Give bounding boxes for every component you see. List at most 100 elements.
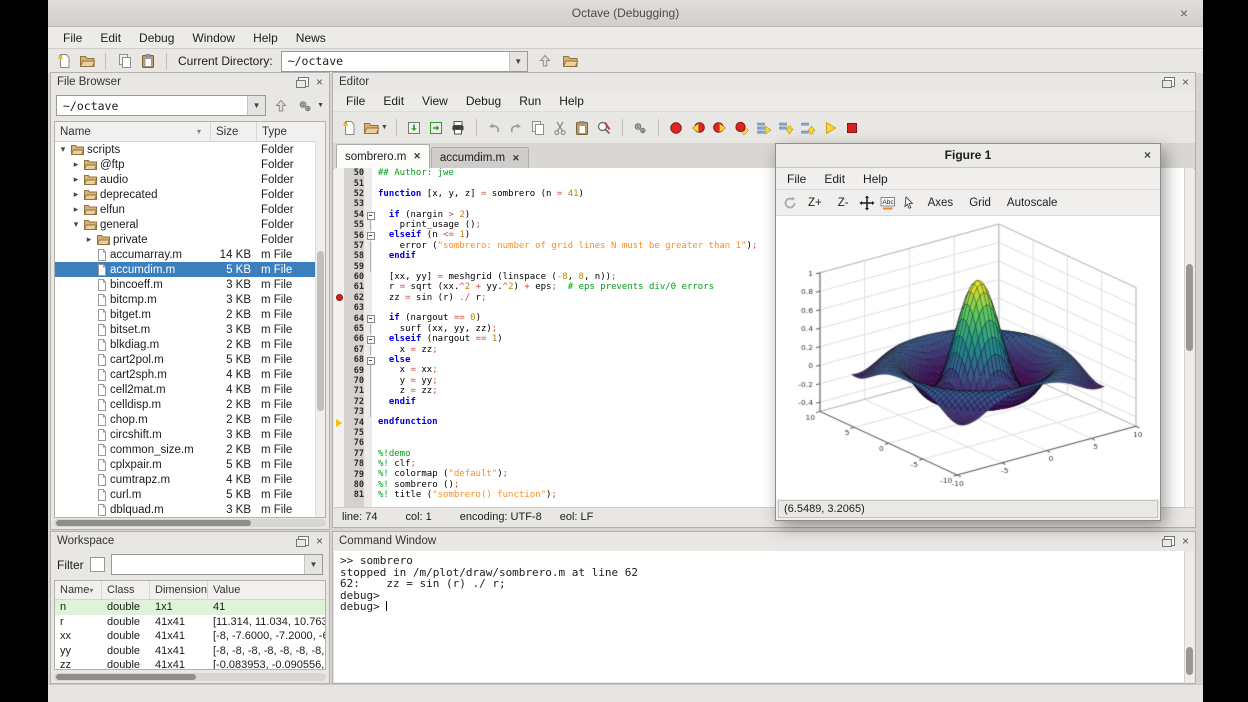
figure-tool-z[interactable]: Z- — [831, 197, 856, 209]
open-folder-icon[interactable] — [561, 52, 580, 70]
menu-item-news[interactable]: News — [287, 31, 335, 45]
file-row-blkdiag-m[interactable]: blkdiag.m2 KBm File — [55, 337, 325, 352]
menu-item-debug[interactable]: Debug — [130, 31, 183, 45]
paste-icon[interactable] — [573, 119, 592, 137]
up-dir-icon[interactable] — [536, 52, 555, 70]
file-row-bincoeff-m[interactable]: bincoeff.m3 KBm File — [55, 277, 325, 292]
close-icon[interactable]: × — [316, 77, 323, 87]
breakpoint-margin[interactable] — [334, 294, 344, 301]
editor-tab-sombrero-m[interactable]: sombrero.m✕ — [336, 144, 430, 168]
editor-tab-accumdim-m[interactable]: accumdim.m✕ — [431, 147, 529, 168]
file-row-bitset-m[interactable]: bitset.m3 KBm File — [55, 322, 325, 337]
undock-icon[interactable] — [298, 77, 309, 87]
gear-icon[interactable] — [295, 97, 314, 115]
chevron-down-icon[interactable]: ▼ — [247, 96, 265, 115]
column-header-value[interactable]: Value — [208, 581, 325, 599]
copy-icon[interactable] — [529, 119, 548, 137]
menu-item-file[interactable]: File — [54, 31, 91, 45]
chevron-down-icon[interactable]: ▼ — [381, 124, 388, 131]
file-row-bitget-m[interactable]: bitget.m2 KBm File — [55, 307, 325, 322]
column-header-type[interactable]: Type — [257, 122, 325, 141]
file-browser-vertical-scrollbar[interactable] — [315, 141, 325, 517]
filter-combo[interactable]: ▼ — [111, 554, 323, 575]
copy-icon[interactable] — [115, 52, 134, 70]
column-header-size[interactable]: Size — [211, 122, 257, 141]
expand-arrow-icon[interactable]: ▸ — [71, 189, 81, 200]
run-icon[interactable] — [821, 119, 840, 137]
step-out-icon[interactable] — [799, 119, 818, 137]
workspace-row-r[interactable]: rdouble41x41[11.314, 11.034, 10.763, — [55, 615, 325, 630]
step-icon[interactable] — [755, 119, 774, 137]
open-folder-icon[interactable] — [361, 119, 380, 137]
expand-arrow-icon[interactable]: ▸ — [84, 234, 94, 245]
editor-menu-item-help[interactable]: Help — [550, 94, 593, 108]
menu-item-window[interactable]: Window — [183, 31, 244, 45]
file-row-private[interactable]: ▸privateFolder — [55, 232, 325, 247]
file-row-cart2pol-m[interactable]: cart2pol.m5 KBm File — [55, 352, 325, 367]
workspace-row-n[interactable]: ndouble1x141 — [55, 600, 325, 615]
figure-tool-z[interactable]: Z+ — [801, 197, 829, 209]
close-icon[interactable]: × — [1182, 536, 1189, 546]
breakpoint-margin[interactable] — [334, 419, 344, 427]
editor-vertical-scrollbar[interactable] — [1184, 168, 1194, 509]
figure-tool-grid[interactable]: Grid — [962, 197, 998, 209]
figure-menu-item-file[interactable]: File — [778, 172, 815, 186]
chevron-down-icon[interactable]: ▼ — [317, 102, 324, 109]
fold-marker[interactable] — [367, 210, 375, 220]
menu-item-edit[interactable]: Edit — [91, 31, 130, 45]
column-header-class[interactable]: Class — [102, 581, 150, 599]
undock-icon[interactable] — [1164, 536, 1175, 546]
bp-clear-icon[interactable] — [733, 119, 752, 137]
editor-menu-item-run[interactable]: Run — [510, 94, 550, 108]
file-row-elfun[interactable]: ▸elfunFolder — [55, 202, 325, 217]
rotate-icon[interactable] — [780, 194, 799, 212]
workspace-row-xx[interactable]: xxdouble41x41[-8, -7.6000, -7.2000, -6.8 — [55, 629, 325, 644]
fold-marker[interactable] — [367, 313, 375, 323]
file-row-chop-m[interactable]: chop.m2 KBm File — [55, 412, 325, 427]
fold-marker[interactable] — [367, 230, 375, 240]
cursor-arrow-icon[interactable] — [900, 194, 919, 212]
expand-arrow-icon[interactable]: ▾ — [58, 144, 68, 155]
figure-menu-item-help[interactable]: Help — [854, 172, 897, 186]
print-icon[interactable] — [449, 119, 468, 137]
text-abc-icon[interactable]: Abc — [879, 194, 898, 212]
command-window-scrollbar[interactable] — [1184, 551, 1194, 682]
figure-menu-item-edit[interactable]: Edit — [815, 172, 854, 186]
editor-menu-item-view[interactable]: View — [413, 94, 457, 108]
bp-prev-icon[interactable] — [689, 119, 708, 137]
close-icon[interactable]: × — [1182, 77, 1189, 87]
workspace-horizontal-scrollbar[interactable] — [54, 673, 326, 681]
undock-icon[interactable] — [1164, 77, 1175, 87]
step-in-icon[interactable] — [777, 119, 796, 137]
file-browser-horizontal-scrollbar[interactable] — [54, 519, 326, 527]
new-file-icon[interactable] — [54, 52, 73, 70]
window-close-icon[interactable]: × — [1175, 0, 1193, 26]
pan-icon[interactable] — [858, 194, 877, 212]
chevron-down-icon[interactable]: ▼ — [304, 555, 322, 574]
file-row-bitcmp-m[interactable]: bitcmp.m3 KBm File — [55, 292, 325, 307]
close-icon[interactable]: × — [316, 536, 323, 546]
file-row-cell2mat-m[interactable]: cell2mat.m4 KBm File — [55, 382, 325, 397]
expand-arrow-icon[interactable]: ▸ — [71, 204, 81, 215]
undo-icon[interactable] — [485, 119, 504, 137]
figure-close-icon[interactable]: × — [1144, 144, 1151, 167]
file-row-accumarray-m[interactable]: accumarray.m14 KBm File — [55, 247, 325, 262]
file-row-circshift-m[interactable]: circshift.m3 KBm File — [55, 427, 325, 442]
column-header-dimension[interactable]: Dimension — [150, 581, 208, 599]
tab-close-icon[interactable]: ✕ — [512, 153, 520, 164]
save-icon[interactable] — [405, 119, 424, 137]
figure-titlebar[interactable]: Figure 1 × — [776, 144, 1160, 168]
file-row-accumdim-m[interactable]: accumdim.m5 KBm File — [55, 262, 325, 277]
cut-icon[interactable] — [551, 119, 570, 137]
editor-menu-item-file[interactable]: File — [337, 94, 374, 108]
sombrero-surface-plot[interactable] — [776, 216, 1160, 499]
figure-tool-autoscale[interactable]: Autoscale — [1000, 197, 1065, 209]
menu-item-help[interactable]: Help — [244, 31, 287, 45]
file-row-curl-m[interactable]: curl.m5 KBm File — [55, 487, 325, 502]
bp-next-icon[interactable] — [711, 119, 730, 137]
breakpoint-icon[interactable] — [336, 294, 343, 301]
file-row--ftp[interactable]: ▸@ftpFolder — [55, 157, 325, 172]
command-window-output[interactable]: >> sombrerostopped in /m/plot/draw/sombr… — [334, 551, 1194, 682]
file-row-celldisp-m[interactable]: celldisp.m2 KBm File — [55, 397, 325, 412]
expand-arrow-icon[interactable]: ▸ — [71, 159, 81, 170]
